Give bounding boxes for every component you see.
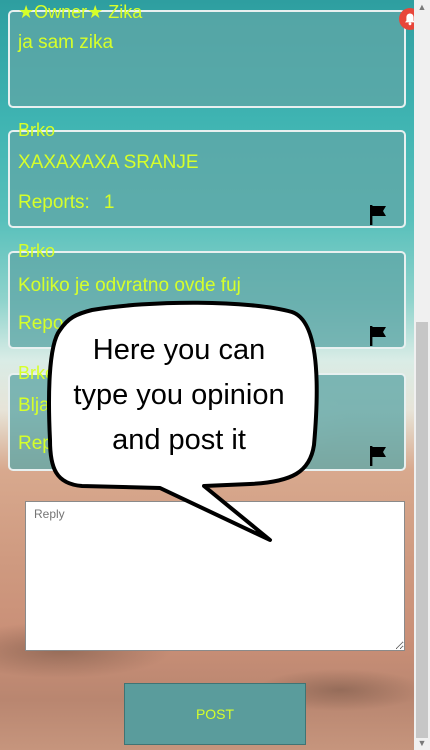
tooltip-line: type you opinion (73, 379, 285, 411)
tooltip-text: Here you can type you opinion and post i… (54, 328, 304, 463)
tooltip-line: and post it (112, 424, 246, 456)
vertical-scrollbar[interactable]: ▲ ▼ (414, 0, 430, 750)
tooltip-line: Here you can (92, 334, 266, 366)
scroll-down-icon[interactable]: ▼ (414, 736, 430, 750)
scroll-up-icon[interactable]: ▲ (414, 0, 430, 14)
scroll-thumb[interactable] (416, 322, 428, 738)
